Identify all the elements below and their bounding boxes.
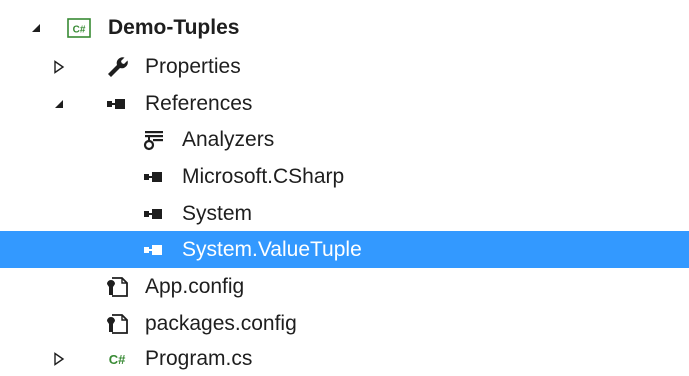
tree-item-program-cs[interactable]: C# Program.cs <box>0 340 689 376</box>
packages-config-label: packages.config <box>145 312 297 335</box>
expand-arrow-icon[interactable] <box>50 340 68 376</box>
app-config-label: App.config <box>145 275 245 298</box>
analyzers-icon <box>140 121 168 158</box>
system-label: System <box>182 202 253 225</box>
tree-item-packages-config[interactable]: packages.config <box>0 305 689 342</box>
csharp-file-icon: C# <box>103 340 131 376</box>
csharp-project-icon: C# <box>65 9 93 46</box>
config-file-icon <box>103 268 131 305</box>
tree-item-system[interactable]: System <box>0 195 689 232</box>
collapse-arrow-icon[interactable] <box>50 85 68 122</box>
wrench-icon <box>103 48 131 85</box>
tree-item-project[interactable]: C# Demo-Tuples <box>0 9 689 46</box>
program-cs-icon-text: C# <box>109 352 126 367</box>
tree-item-references[interactable]: References <box>0 85 689 122</box>
program-cs-label: Program.cs <box>145 347 253 370</box>
project-icon-text: C# <box>73 24 86 35</box>
project-name-label: Demo-Tuples <box>108 16 240 39</box>
references-icon <box>103 85 131 122</box>
tree-item-app-config[interactable]: App.config <box>0 268 689 305</box>
solution-explorer-tree: C# Demo-Tuples Properties References Ana… <box>0 0 689 376</box>
references-label: References <box>145 92 253 115</box>
tree-item-microsoft-csharp[interactable]: Microsoft.CSharp <box>0 158 689 195</box>
system-valuetuple-label: System.ValueTuple <box>182 238 362 261</box>
reference-icon <box>140 231 168 268</box>
expand-arrow-icon[interactable] <box>50 48 68 85</box>
tree-item-system-valuetuple[interactable]: System.ValueTuple <box>0 231 689 268</box>
analyzers-label: Analyzers <box>182 128 275 151</box>
tree-item-properties[interactable]: Properties <box>0 48 689 85</box>
collapse-arrow-icon[interactable] <box>27 9 45 46</box>
tree-item-analyzers[interactable]: Analyzers <box>0 121 689 158</box>
properties-label: Properties <box>145 55 241 78</box>
reference-icon <box>140 158 168 195</box>
microsoft-csharp-label: Microsoft.CSharp <box>182 165 345 188</box>
reference-icon <box>140 195 168 232</box>
config-file-icon <box>103 305 131 342</box>
